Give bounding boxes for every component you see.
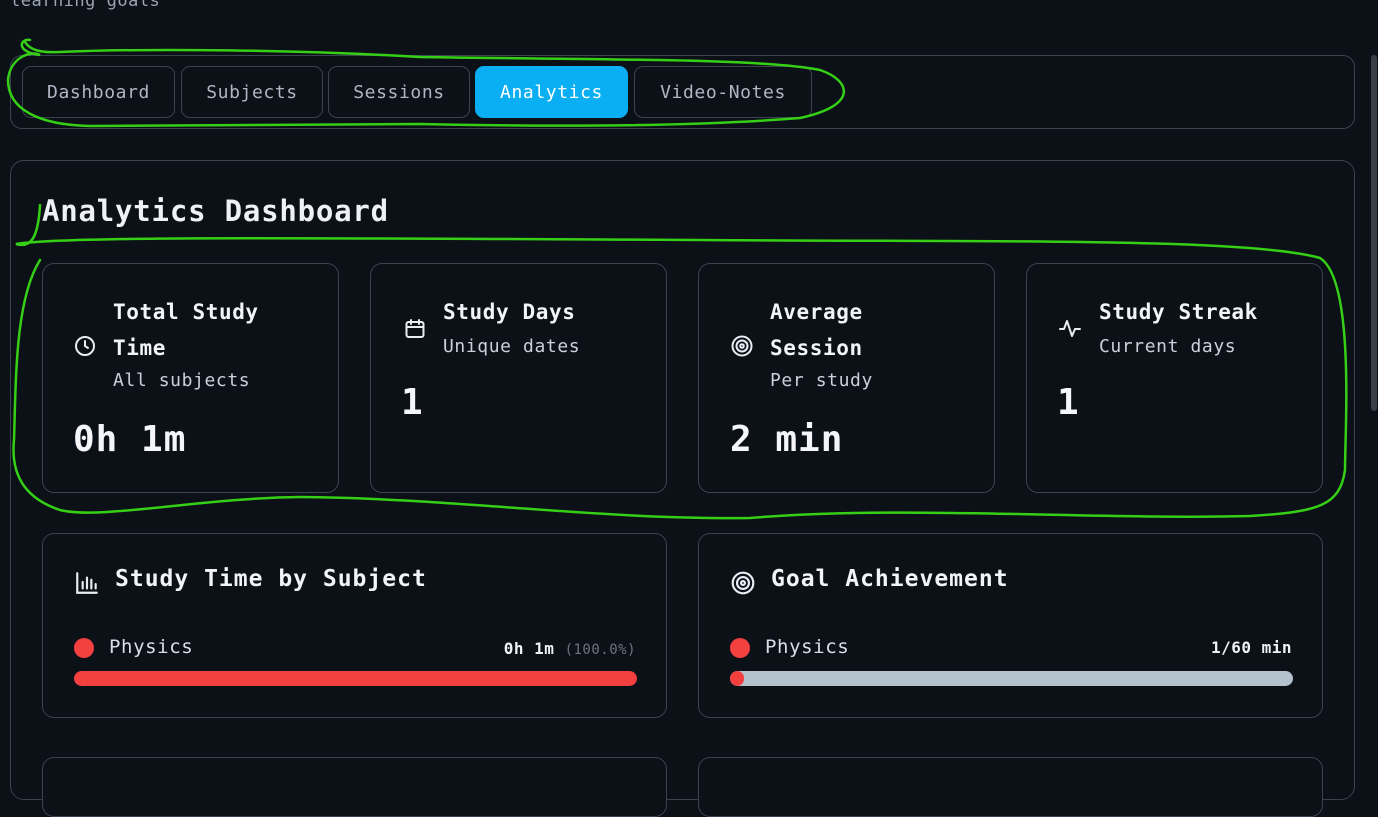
bar-chart-icon	[74, 570, 100, 596]
stat-card-total-study-time: Total Study Time All subjects 0h 1m	[42, 263, 339, 493]
goal-achievement-card: Goal Achievement Physics 1/60 min	[698, 533, 1323, 718]
target-icon	[730, 570, 756, 596]
scrollbar[interactable]	[1370, 55, 1378, 415]
goal-color-dot	[730, 638, 750, 658]
subject-progress-fill	[74, 671, 637, 686]
study-time-by-subject-card: Study Time by Subject Physics 0h 1m (100…	[42, 533, 667, 718]
tab-bar: Dashboard Subjects Sessions Analytics Vi…	[10, 55, 1355, 129]
next-card-left	[42, 757, 667, 817]
subject-color-dot	[74, 638, 94, 658]
stat-card-average-session: Average Session Per study 2 min	[698, 263, 995, 493]
analytics-panel: Analytics Dashboard Total Study Time All…	[10, 160, 1355, 817]
stat-title: Total Study Time	[113, 300, 259, 360]
calendar-icon	[403, 317, 427, 341]
section-title: Goal Achievement	[771, 566, 1009, 592]
stat-card-study-streak: Study Streak Current days 1	[1026, 263, 1323, 493]
next-card-right	[698, 757, 1323, 817]
section-title: Study Time by Subject	[115, 566, 427, 592]
stat-card-study-days: Study Days Unique dates 1	[370, 263, 667, 493]
tab-subjects[interactable]: Subjects	[181, 66, 323, 118]
subject-time-value: 0h 1m (100.0%)	[503, 639, 636, 658]
goal-subject-label: Physics	[765, 636, 850, 658]
goal-progress-fill	[730, 671, 745, 686]
activity-icon	[1058, 316, 1082, 340]
stat-subtitle: Unique dates	[443, 336, 581, 357]
subject-progress-bar	[74, 671, 637, 686]
stat-value: 1	[401, 382, 424, 423]
stat-subtitle: All subjects	[113, 370, 251, 391]
target-icon	[730, 334, 754, 358]
stat-title: Study Streak	[1099, 300, 1258, 324]
tab-video-notes[interactable]: Video-Notes	[634, 66, 812, 118]
tab-dashboard[interactable]: Dashboard	[22, 66, 175, 118]
stat-title: Average Session	[770, 300, 863, 360]
goal-progress-value: 1/60 min	[1210, 638, 1292, 657]
scrollbar-thumb[interactable]	[1371, 55, 1377, 411]
subject-percent: (100.0%)	[564, 642, 636, 658]
stat-title: Study Days	[443, 300, 576, 324]
tab-sessions[interactable]: Sessions	[328, 66, 470, 118]
stat-subtitle: Current days	[1099, 336, 1237, 357]
stat-subtitle: Per study	[770, 370, 873, 391]
subject-label: Physics	[109, 636, 194, 658]
stat-value: 1	[1057, 382, 1080, 423]
stat-value: 0h 1m	[73, 419, 187, 460]
stat-value: 2 min	[730, 419, 844, 460]
page-title: Analytics Dashboard	[42, 194, 389, 228]
tab-analytics[interactable]: Analytics	[475, 66, 628, 118]
page-subtitle: learning goals	[10, 0, 161, 11]
goal-progress-bar	[730, 671, 1293, 686]
clock-icon	[73, 334, 97, 358]
